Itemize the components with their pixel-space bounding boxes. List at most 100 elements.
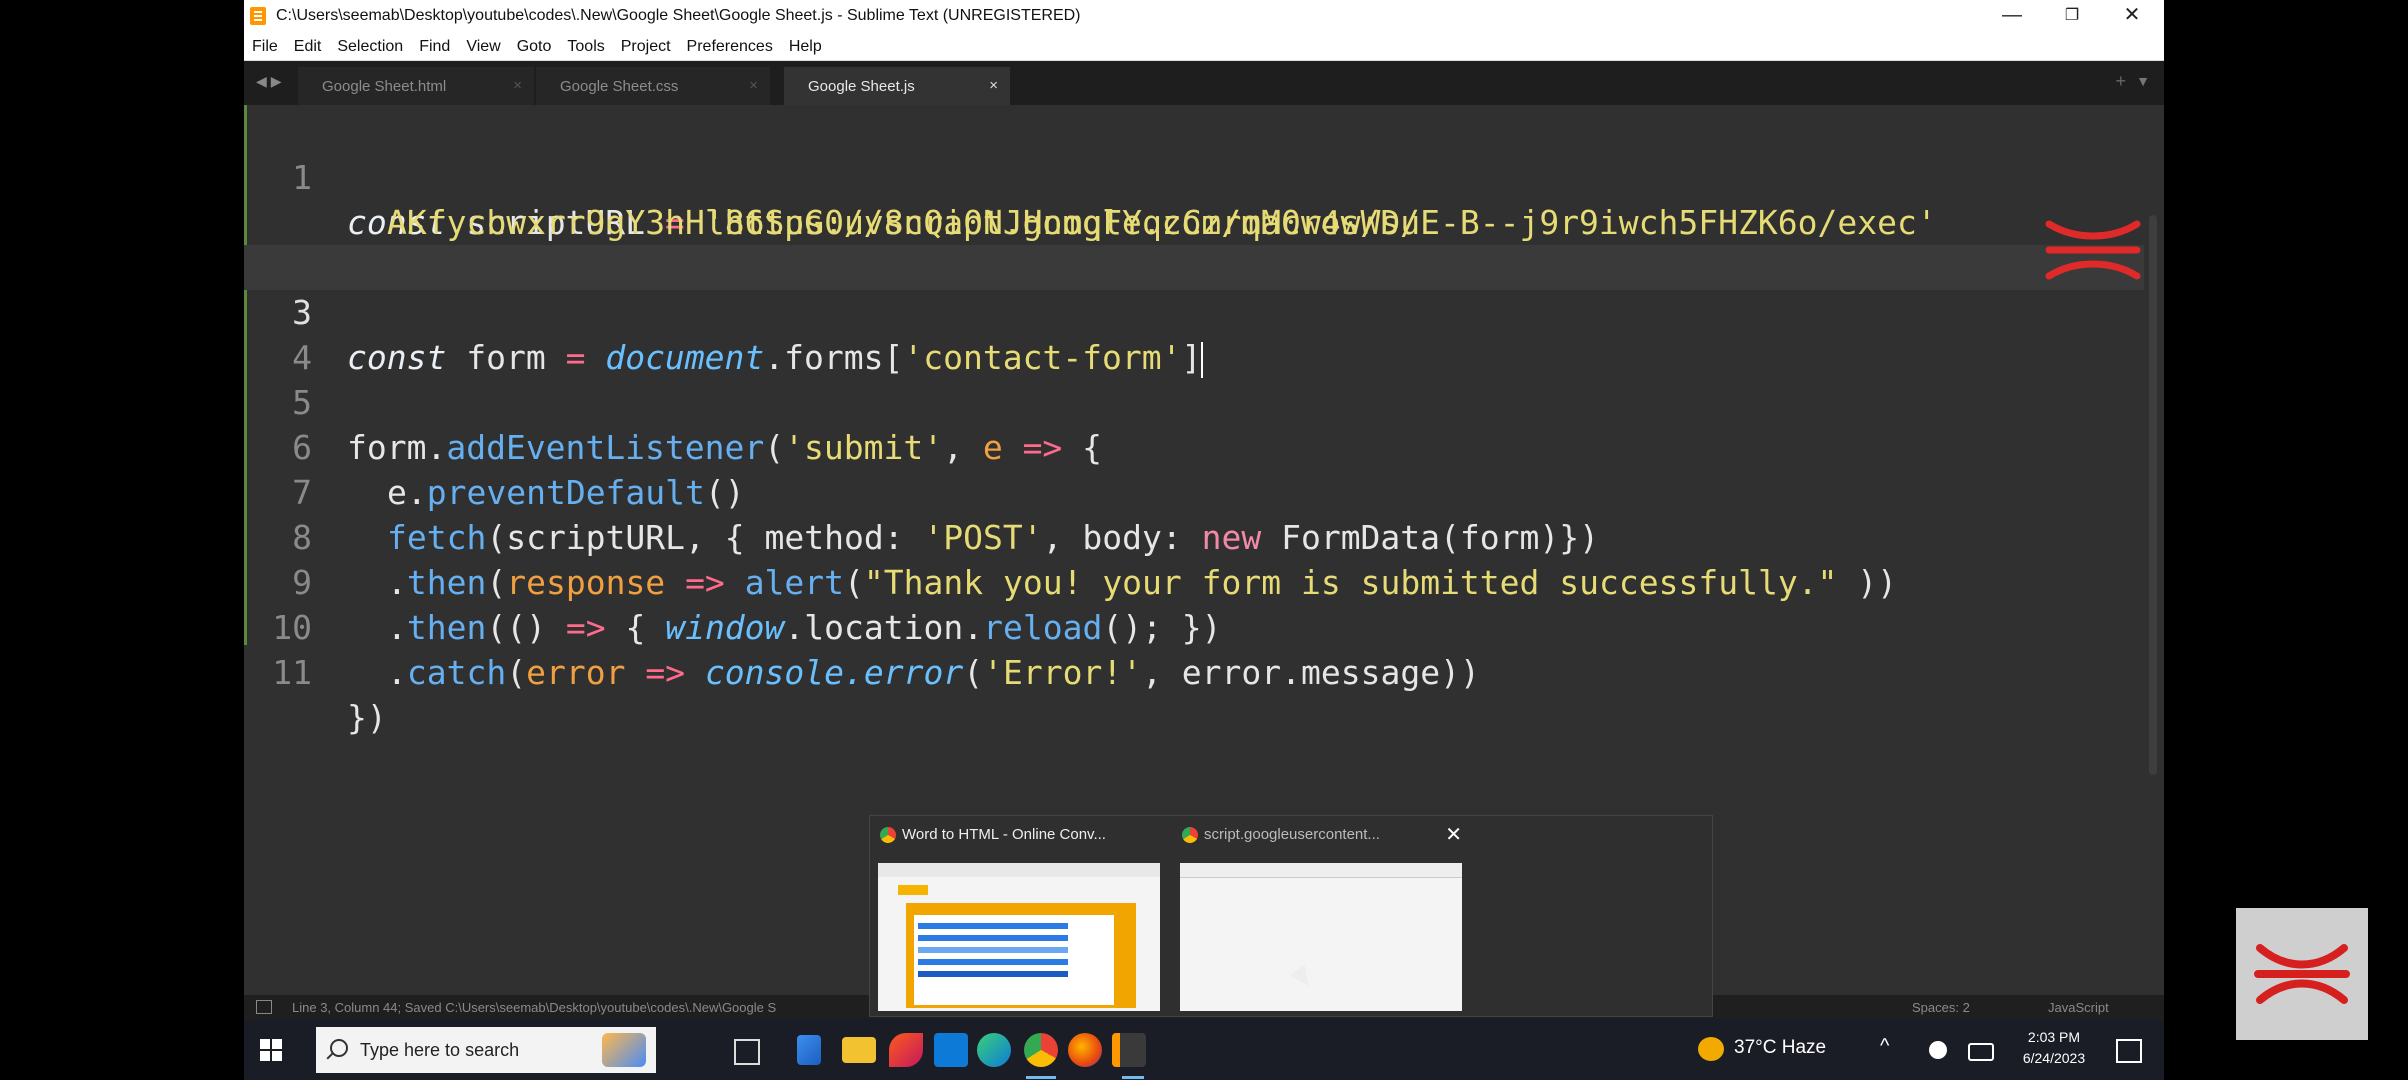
taskbar-search[interactable]: Type here to search bbox=[316, 1027, 656, 1073]
tray-app-icon[interactable] bbox=[1929, 1041, 1947, 1059]
thumbnail-title-text: script.googleusercontent... bbox=[1204, 826, 1380, 843]
windows-taskbar: Type here to search 37°C Haze ^ 2:03 PM … bbox=[244, 1019, 2164, 1080]
search-highlight-icon bbox=[602, 1033, 646, 1067]
tab-bar: ◀▶ Google Sheet.html × Google Sheet.css … bbox=[244, 61, 2164, 105]
thumbnail-preview bbox=[1180, 863, 1462, 1011]
string: 'Error!' bbox=[983, 653, 1143, 692]
thumbnail-title: script.googleusercontent... bbox=[1182, 826, 1442, 844]
weather-text[interactable]: 37°C Haze bbox=[1734, 1037, 1826, 1059]
title-bar: C:\Users\seemab\Desktop\youtube\codes\.N… bbox=[244, 0, 2164, 33]
chrome-icon bbox=[1182, 827, 1198, 844]
tab-close-icon[interactable]: × bbox=[989, 77, 998, 94]
desktop-screen: C:\Users\seemab\Desktop\youtube\codes\.N… bbox=[244, 0, 2164, 1080]
thumbnail-script-google[interactable]: script.googleusercontent... ✕ bbox=[1172, 816, 1472, 1016]
notification-icon[interactable] bbox=[2116, 1039, 2142, 1063]
line-number: 11 bbox=[272, 653, 312, 692]
firefox-icon[interactable] bbox=[1068, 1033, 1102, 1067]
thumbnail-preview bbox=[878, 863, 1160, 1011]
code-line-wrapped: AKfycbwxrr9gY3hHl86SuG0uv8nQa0NJHnmqFYqz… bbox=[244, 155, 2144, 242]
punctuation: }) bbox=[347, 698, 387, 737]
tab-google-sheet-html[interactable]: Google Sheet.html × bbox=[298, 67, 534, 105]
tab-google-sheet-js[interactable]: Google Sheet.js × bbox=[784, 67, 1010, 105]
code-line: 5 form.addEventListener('submit', e => { bbox=[244, 335, 2144, 467]
search-placeholder: Type here to search bbox=[360, 1040, 520, 1060]
maximize-button[interactable]: ❐ bbox=[2042, 0, 2102, 33]
code-line: 10 .catch(error => console.error('Error!… bbox=[244, 560, 2144, 692]
tab-label: Google Sheet.css bbox=[560, 78, 679, 95]
tab-google-sheet-css[interactable]: Google Sheet.css × bbox=[536, 67, 770, 105]
function-call: error bbox=[863, 653, 964, 692]
menu-selection[interactable]: Selection bbox=[329, 33, 411, 56]
clock-time: 2:03 PM bbox=[2027, 1029, 2081, 1045]
network-icon[interactable] bbox=[1968, 1043, 1994, 1061]
thumbnail-close-icon[interactable]: ✕ bbox=[1445, 822, 1462, 847]
code-line: 7 fetch(scriptURL, { method: 'POST', bod… bbox=[244, 425, 2144, 557]
weather-icon bbox=[1698, 1037, 1724, 1061]
menu-preferences[interactable]: Preferences bbox=[679, 33, 781, 56]
thumbnail-title-text: Word to HTML - Online Conv... bbox=[902, 826, 1106, 843]
code-text: , error.message)) bbox=[1142, 653, 1480, 692]
sublime-app-icon bbox=[250, 7, 266, 25]
clock[interactable]: 2:03 PM 6/24/2023 bbox=[2006, 1027, 2102, 1069]
vscode-icon[interactable] bbox=[934, 1033, 968, 1067]
thumbnail-word-to-html[interactable]: Word to HTML - Online Conv... bbox=[870, 816, 1170, 1016]
builtin-object: console bbox=[704, 653, 845, 692]
menu-project[interactable]: Project bbox=[613, 33, 679, 56]
menu-tools[interactable]: Tools bbox=[559, 33, 612, 56]
vertical-scrollbar[interactable] bbox=[2149, 215, 2157, 775]
code-line: 9 .then(() => { window.location.reload()… bbox=[244, 515, 2144, 647]
code-line: 2 bbox=[244, 200, 2144, 287]
panel-toggle-icon[interactable] bbox=[256, 1000, 272, 1014]
new-tab-icon[interactable]: + bbox=[2115, 71, 2126, 92]
punctuation: . bbox=[844, 653, 864, 692]
minimize-button[interactable]: — bbox=[1982, 0, 2042, 33]
file-explorer-icon[interactable] bbox=[842, 1037, 876, 1063]
window-title: C:\Users\seemab\Desktop\youtube\codes\.N… bbox=[276, 7, 1081, 24]
code-line: 6 e.preventDefault() bbox=[244, 380, 2144, 512]
taskbar-thumbnail-popup: Word to HTML - Online Conv... script.goo… bbox=[869, 815, 1713, 1017]
channel-logo-icon bbox=[2045, 220, 2141, 280]
menu-file[interactable]: File bbox=[244, 33, 286, 56]
sublime-text-icon[interactable] bbox=[1112, 1033, 1146, 1079]
punctuation: . bbox=[387, 653, 407, 692]
app-icon-red[interactable] bbox=[889, 1033, 923, 1067]
channel-watermark-logo bbox=[2236, 908, 2368, 1040]
punctuation: ( bbox=[963, 653, 984, 692]
punctuation: ( bbox=[506, 653, 527, 692]
syntax-status[interactable]: JavaScript bbox=[2048, 1000, 2109, 1015]
menu-help[interactable]: Help bbox=[781, 33, 830, 56]
show-hidden-icons-chevron-icon[interactable]: ^ bbox=[1880, 1035, 1889, 1058]
function-call: catch bbox=[406, 653, 507, 692]
close-window-button[interactable]: ✕ bbox=[2102, 0, 2162, 33]
menu-view[interactable]: View bbox=[458, 33, 508, 56]
code-line-current: 3 const form = document.forms['contact-f… bbox=[244, 245, 2144, 378]
task-view-icon[interactable] bbox=[734, 1039, 760, 1065]
tab-close-icon[interactable]: × bbox=[749, 77, 758, 94]
search-icon bbox=[330, 1039, 348, 1057]
menu-goto[interactable]: Goto bbox=[509, 33, 560, 56]
tab-list-dropdown-icon[interactable]: ▼ bbox=[2136, 73, 2150, 89]
parameter: error bbox=[526, 653, 626, 692]
chrome-icon bbox=[880, 827, 896, 844]
code-line: 8 .then(response => alert("Thank you! yo… bbox=[244, 470, 2144, 602]
menu-find[interactable]: Find bbox=[411, 33, 458, 56]
code-line: 4 bbox=[244, 290, 2144, 377]
tab-label: Google Sheet.js bbox=[808, 78, 915, 95]
chrome-icon[interactable] bbox=[1024, 1033, 1058, 1079]
app-icon[interactable] bbox=[797, 1035, 821, 1065]
code-line: 1 const scriptURL = 'https://script.goog… bbox=[244, 110, 2144, 242]
windows-start-icon[interactable] bbox=[260, 1039, 282, 1061]
status-message: Line 3, Column 44; Saved C:\Users\seemab… bbox=[292, 1000, 777, 1015]
menu-edit[interactable]: Edit bbox=[286, 33, 330, 56]
tab-close-icon[interactable]: × bbox=[513, 77, 522, 94]
tab-nav-arrows-icon[interactable]: ◀▶ bbox=[256, 73, 286, 90]
menu-bar: File Edit Selection Find View Goto Tools Projec… bbox=[244, 33, 2164, 61]
indentation-status[interactable]: Spaces: 2 bbox=[1912, 1000, 1970, 1015]
code-line: 11 }) bbox=[244, 605, 2144, 737]
watermark-logo-icon bbox=[2254, 944, 2350, 1004]
clock-date: 6/24/2023 bbox=[2022, 1050, 2086, 1066]
operator: => bbox=[645, 653, 686, 692]
thumbnail-title: Word to HTML - Online Conv... bbox=[880, 826, 1140, 844]
tab-label: Google Sheet.html bbox=[322, 78, 447, 95]
edge-icon[interactable] bbox=[977, 1033, 1011, 1067]
